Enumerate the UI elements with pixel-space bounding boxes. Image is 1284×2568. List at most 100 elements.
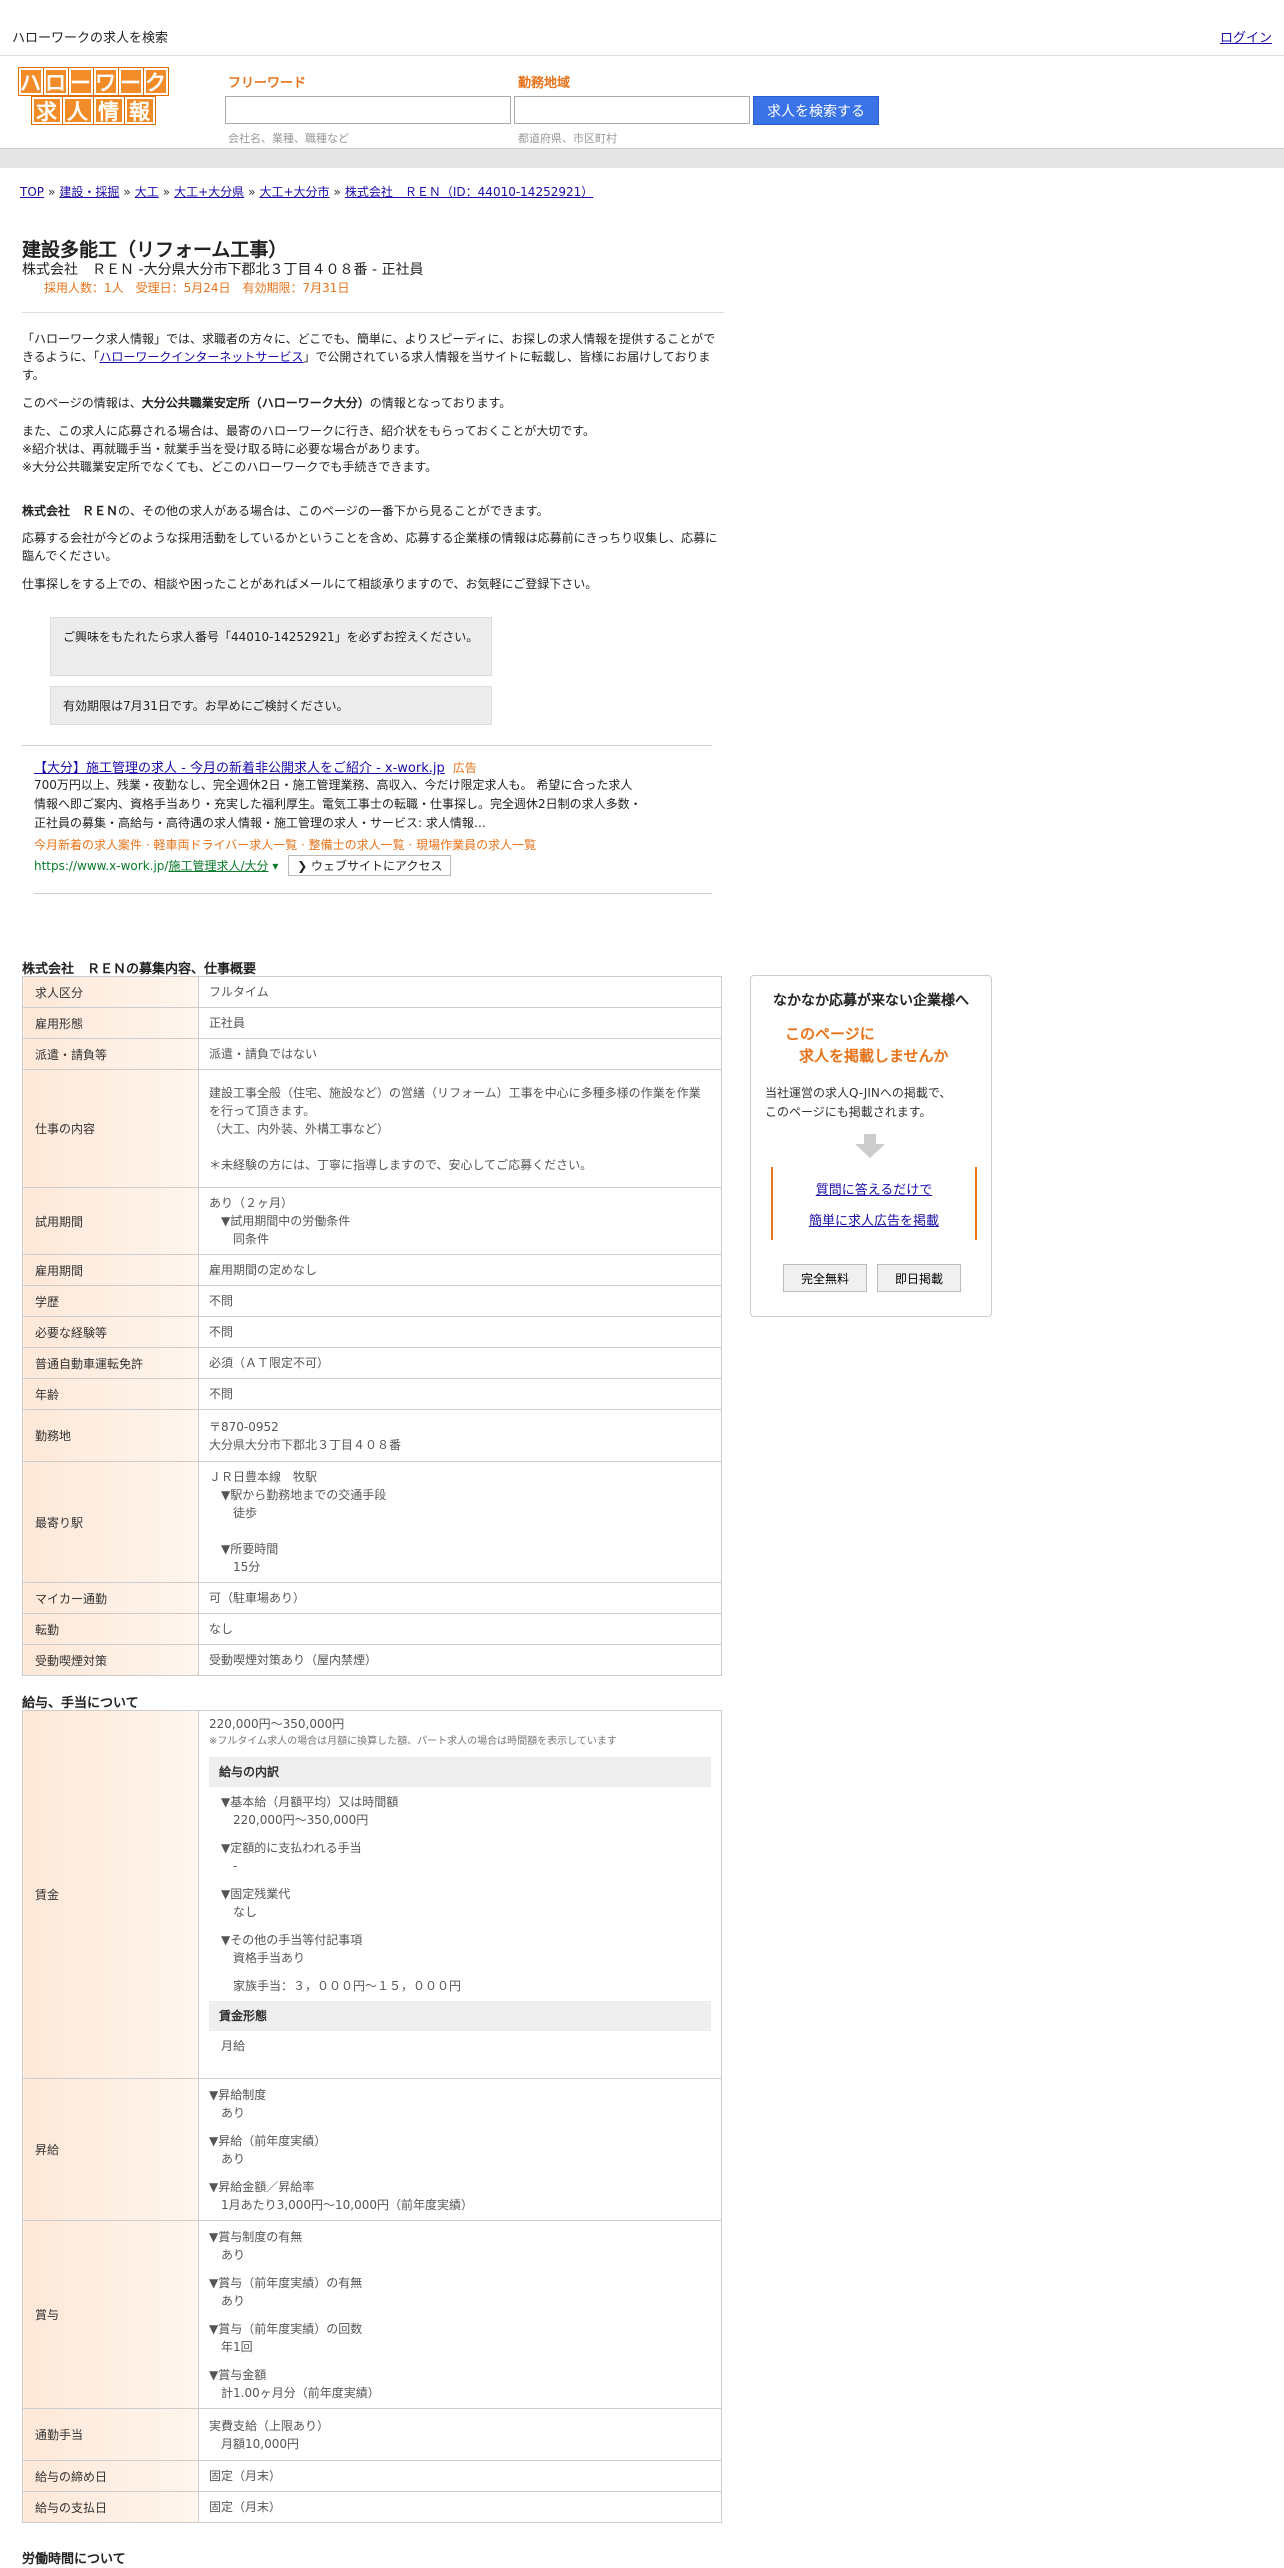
- value-line: [209, 1138, 711, 1156]
- salary-note: ※フルタイム求人の場合は月額に換算した額、パート求人の場合は時間額を表示していま…: [209, 1736, 617, 1747]
- value-line: [209, 2310, 711, 2320]
- value-line: 同条件: [209, 1232, 270, 1246]
- table-row: 給与の支払日 固定（月末）: [22, 2491, 722, 2523]
- job-number-notice: ご興味をもたれたら求人番号「44010-14252921」を必ずお控えください。: [50, 617, 492, 676]
- table-row: 普通自動車運転免許 必須（ＡＴ限定不可）: [22, 1347, 722, 1379]
- area-input[interactable]: [514, 96, 750, 124]
- ad-url-path[interactable]: 施工管理求人/大分: [168, 859, 268, 873]
- same-day-button[interactable]: 即日掲載: [877, 1264, 961, 1292]
- overview-value: 派遣・請負ではない: [198, 1038, 722, 1070]
- table-row: 仕事の内容 建設工事全般（住宅、施設など）の営繕（リフォーム）工事を中心に多種多様…: [22, 1069, 722, 1188]
- intro-paragraph-4: 株式会社 ＲＥＮの、その他の求人がある場合は、このページの一番下から見ることがで…: [22, 502, 722, 520]
- value-line: 建設工事全般（住宅、施設など）の営繕（リフォーム）工事を中心に多種多様の作業を作…: [209, 1085, 701, 1118]
- job-title: 建設多能工（リフォーム工事）: [22, 239, 288, 261]
- free-button[interactable]: 完全無料: [783, 1264, 867, 1292]
- office-name: 大分公共職業安定所（ハローワーク大分）: [141, 396, 370, 410]
- top-bar: ハローワークの求人を検索 ログイン: [0, 0, 1284, 56]
- value-line: 家族手当：３，０００円～１５，０００円: [221, 1979, 462, 1993]
- freeword-label: フリーワード: [228, 76, 307, 91]
- overview-value: 正社員: [198, 1007, 722, 1039]
- pay-day-value: 固定（月末）: [198, 2491, 722, 2523]
- value-line: ＪＲ日豊本線 牧駅: [209, 1470, 318, 1484]
- post-job-ad-link[interactable]: 簡単に求人広告を掲載: [773, 1210, 975, 1229]
- overview-key: 学歴: [22, 1285, 199, 1317]
- table-row: 賃金 220,000円〜350,000円 ※フルタイム求人の場合は月額に換算した…: [22, 1710, 722, 2079]
- ad-title-link[interactable]: 【大分】施工管理の求人 - 今月の新着非公開求人をご紹介 - x-work.jp: [34, 761, 445, 776]
- commute-key: 通勤手当: [22, 2408, 199, 2461]
- table-row: 受動喫煙対策 受動喫煙対策あり（屋内禁煙）: [22, 1644, 722, 1676]
- table-row: 給与の締め日 固定（月末）: [22, 2460, 722, 2492]
- company-name: 株式会社 ＲＥＮ: [22, 504, 119, 518]
- login-link[interactable]: ログイン: [1220, 27, 1272, 46]
- intro-paragraph-5: 応募する会社が今どのような採用活動をしているかということを含め、応募する企業様の…: [22, 531, 718, 563]
- ad-sitelinks[interactable]: 今月新着の求人案件 · 軽車両ドライバー求人一覧 · 整備士の求人一覧 · 現場…: [34, 836, 536, 853]
- value-line: ▼昇給制度: [209, 2087, 267, 2102]
- value-line: [209, 2168, 711, 2178]
- value-line: ▼所要時間: [209, 1542, 279, 1556]
- bonus-value: ▼賞与制度の有無 あり ▼賞与（前年度実績）の有無 あり ▼賞与（前年度実績）の…: [198, 2220, 722, 2409]
- overview-value: ＪＲ日豊本線 牧駅 ▼駅から勤務地までの交通手段 徒歩 ▼所要時間 15分: [198, 1461, 722, 1583]
- freeword-input[interactable]: [225, 96, 511, 124]
- employer-ad-text: 当社運営の求人Q-JINへの掲載で、 このページにも掲載されます。: [765, 1084, 951, 1122]
- overview-value: なし: [198, 1613, 722, 1645]
- search-button[interactable]: 求人を検索する: [753, 96, 879, 125]
- logo-character: ー: [67, 67, 94, 96]
- answer-questions-link[interactable]: 質問に答えるだけで: [773, 1179, 975, 1198]
- overview-key: 普通自動車運転免許: [22, 1347, 199, 1379]
- value-line: ▼その他の手当等付記事項: [221, 1933, 363, 1947]
- breadcrumb-link[interactable]: 大工: [135, 185, 159, 199]
- divider: [34, 893, 712, 894]
- worktime-section-title: 労働時間について: [22, 2552, 126, 2567]
- hellowork-internet-service-link[interactable]: ハローワークインターネットサービス: [99, 350, 303, 364]
- breadcrumb-link[interactable]: 建設・採掘: [59, 185, 119, 199]
- intro-paragraph-3: また、この求人に応募される場合は、最寄のハローワークに行き、紹介状をもらっておく…: [22, 422, 722, 476]
- table-row: 昇給 ▼昇給制度 あり ▼昇給（前年度実績） あり ▼昇給金額／昇給率 1月あた…: [22, 2078, 722, 2221]
- deadline-notice: 有効期限は7月31日です。お早めにご検討ください。: [50, 686, 492, 725]
- value-line: [209, 1522, 711, 1540]
- breadcrumb-link[interactable]: TOP: [20, 185, 44, 199]
- overview-key: 雇用期間: [22, 1254, 199, 1286]
- employer-ad-links: 質問に答えるだけで 簡単に求人広告を掲載: [771, 1167, 977, 1240]
- breadcrumb-separator: »: [248, 185, 256, 199]
- breadcrumb-separator: »: [123, 185, 131, 199]
- hellowork-logo[interactable]: ハローワーク 求人情報: [6, 67, 180, 125]
- intro-text: ※紹介状は、再就職手当・就業手当を受け取る時に必要な場合があります。: [22, 442, 427, 456]
- overview-value: 不問: [198, 1378, 722, 1410]
- value-line: あり: [209, 2151, 246, 2166]
- salary-key: 賃金: [22, 1710, 199, 2079]
- table-row: 雇用期間 雇用期間の定めなし: [22, 1254, 722, 1286]
- overview-value: 必須（ＡＴ限定不可）: [198, 1347, 722, 1379]
- ad-visit-button[interactable]: ❯ ウェブサイトにアクセス: [288, 855, 452, 876]
- ad-url-dropdown-icon[interactable]: ▾: [272, 859, 278, 873]
- value-line: 不問: [209, 1294, 234, 1308]
- value-line: ▼試用期間中の労働条件: [209, 1214, 351, 1228]
- table-row: 年齢 不問: [22, 1378, 722, 1410]
- table-row: 試用期間 あり（２ヶ月） ▼試用期間中の労働条件 同条件: [22, 1187, 722, 1255]
- salary-section-title: 給与、手当について: [22, 1696, 139, 1711]
- overview-key: 雇用形態: [22, 1007, 199, 1039]
- breadcrumb-link[interactable]: 大工+大分市: [259, 185, 329, 199]
- breadcrumb-link[interactable]: 大工+大分県: [174, 185, 244, 199]
- table-row: 学歴 不問: [22, 1285, 722, 1317]
- value-line: [221, 1875, 711, 1885]
- freeword-hint: 会社名、業種、職種など: [228, 132, 349, 145]
- value-line: 15分: [209, 1560, 261, 1574]
- logo-character: ロ: [42, 67, 69, 96]
- breadcrumb-separator: »: [162, 185, 171, 199]
- salary-breakdown-title: 給与の内訳: [209, 1757, 711, 1787]
- ad-divider: [22, 745, 712, 756]
- overview-value: あり（２ヶ月） ▼試用期間中の労働条件 同条件: [198, 1187, 722, 1255]
- overview-table: 求人区分 フルタイム 雇用形態 正社員 派遣・請負等 派遣・請負ではない 仕事の内容 建設工事…: [22, 976, 722, 1676]
- overview-key: 必要な経験等: [22, 1316, 199, 1348]
- closing-day-key: 給与の締め日: [22, 2460, 199, 2492]
- employer-ad-title: なかなか応募が来ない企業様へ: [773, 993, 969, 1009]
- salary-form: 月給: [221, 2039, 246, 2053]
- ad-text-line-2: このページにも掲載されます。: [765, 1105, 932, 1119]
- value-line: [221, 1967, 711, 1977]
- value-line: [221, 1921, 711, 1931]
- table-row: 通勤手当 実費支給（上限あり） 月額10,000円: [22, 2408, 722, 2461]
- overview-value: 雇用期間の定めなし: [198, 1254, 722, 1286]
- value-line: [209, 2264, 711, 2274]
- breadcrumb-link[interactable]: 株式会社 ＲＥＮ（ID：44010-14252921）: [345, 185, 593, 199]
- intro-paragraph-1: 「ハローワーク求人情報」では、求職者の方々に、どこでも、簡単に、よりスピーディに…: [22, 330, 722, 384]
